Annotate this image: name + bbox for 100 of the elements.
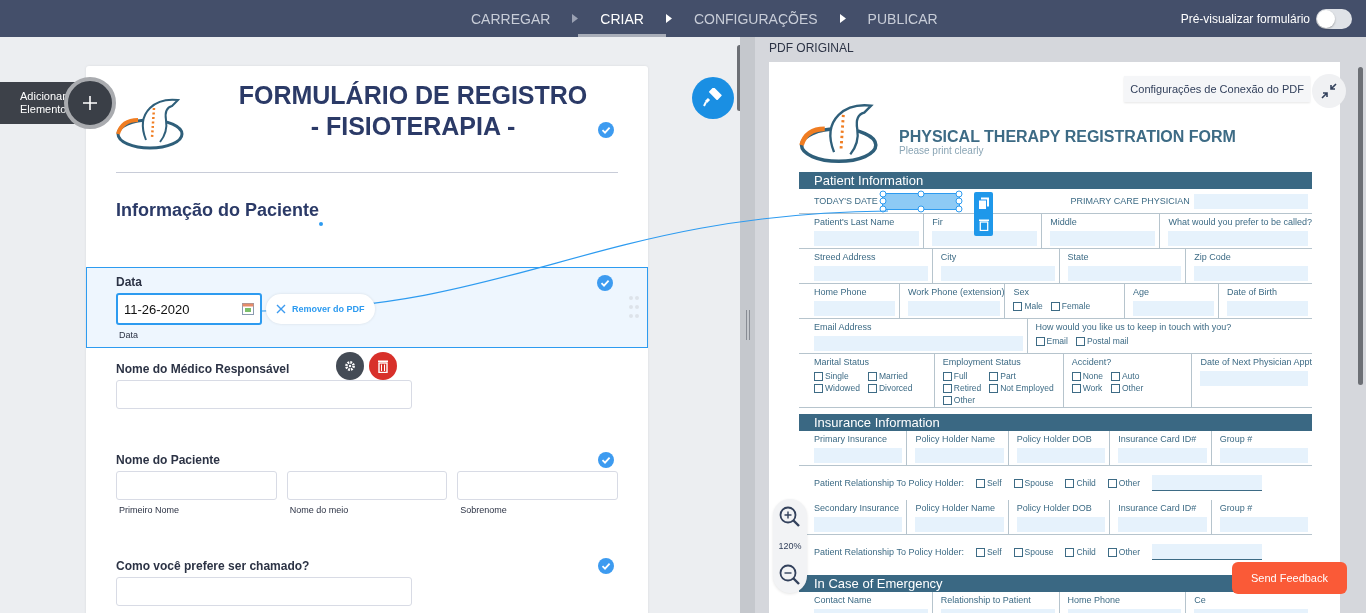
pdf-checkbox-option: Spouse <box>1013 547 1054 557</box>
pdf-checkbox-option: Other <box>1110 383 1144 393</box>
date-field[interactable]: 11-26-2020 <box>116 293 262 325</box>
caret-icon <box>839 14 846 23</box>
field-sublabel: Primeiro Nome <box>119 505 180 515</box>
section-bar: Insurance Information <box>799 414 1312 431</box>
pdf-checkbox-option: Auto <box>1110 371 1144 381</box>
field-label: Como você prefere ser chamado? <box>116 559 310 573</box>
pdf-checkbox-option: Self <box>975 547 1002 557</box>
zoom-out-icon[interactable] <box>779 564 801 587</box>
document-subtitle: Please print clearly <box>899 145 985 156</box>
pdf-field-label: Group # <box>1219 502 1253 514</box>
caret-icon <box>665 14 672 23</box>
collapse-button[interactable] <box>1312 74 1346 108</box>
pdf-checkbox-option: Child <box>1065 547 1096 557</box>
pdf-checkbox-option: Male <box>1013 301 1043 311</box>
delete-button[interactable] <box>369 352 397 380</box>
step-tab[interactable]: CONFIGURAÇÕES <box>671 0 840 37</box>
pdf-field-label: Policy Holder Name <box>915 502 995 514</box>
pdf-checkbox-option: Work <box>1071 383 1103 393</box>
zoom-in-icon[interactable] <box>779 505 801 528</box>
field-label: Nome do Médico Responsável <box>116 362 290 376</box>
field-sublabel: Data <box>119 330 139 340</box>
pdf-checkbox-option: Single <box>814 371 860 381</box>
step-tab[interactable]: CARREGAR <box>449 0 573 37</box>
preview-toggle[interactable] <box>1316 8 1352 29</box>
pdf-field-label: Patient Relationship To Policy Holder: <box>814 546 964 558</box>
pdf-field-label: Zip Code <box>1194 251 1231 263</box>
mapped-field[interactable] <box>881 192 960 210</box>
section-bar: Patient Information <box>799 172 1312 189</box>
pdf-field-label: TODAY'S DATE <box>814 195 878 207</box>
pdf-field-label: Accident? <box>1071 356 1112 368</box>
paint-roller-button[interactable] <box>692 77 734 119</box>
form-title: - FISIOTERAPIA - <box>309 111 517 142</box>
pdf-checkbox-option: Postal mail <box>1075 336 1129 346</box>
panel-heading: PDF ORIGINAL <box>769 41 855 55</box>
pdf-field-label: Sex <box>1013 286 1029 298</box>
pdf-checkbox-option: Spouse <box>1013 478 1054 488</box>
pdf-field-label: PRIMARY CARE PHYSICIAN <box>1070 195 1190 207</box>
pdf-checkbox-option: None <box>1071 371 1103 381</box>
copy-icon[interactable] <box>977 196 990 210</box>
form-field-block[interactable]: Nome do Paciente Primeiro Nome Nome do meio Sobrenome <box>86 445 648 515</box>
field-sublabel: Sobrenome <box>460 505 508 515</box>
text-field[interactable] <box>116 471 277 500</box>
form-field-block[interactable]: Como você prefere ser chamado? <box>86 551 648 606</box>
text-field[interactable] <box>457 471 618 500</box>
trash-icon[interactable] <box>978 218 989 231</box>
close-icon <box>276 304 286 314</box>
pdf-field-label: How would you like us to keep in touch with you? <box>1035 321 1232 333</box>
text-field[interactable] <box>286 471 448 500</box>
pdf-field-label: City <box>940 251 957 263</box>
pdf-field-label: Contact Name <box>814 594 872 606</box>
pdf-field-label: Primary Insurance <box>814 433 888 445</box>
pdf-checkbox-option: Not Employed <box>989 383 1054 393</box>
pdf-field-label: Home Phone <box>1067 594 1121 606</box>
pdf-field-label: Date of Next Physician Appt <box>1200 356 1312 368</box>
pdf-field-label: Policy Holder DOB <box>1016 433 1092 445</box>
zoom-level: 120% <box>778 541 802 551</box>
pdf-checkbox-option: Married <box>867 371 913 381</box>
calendar-icon <box>242 303 254 315</box>
field-sublabel: Nome do meio <box>289 505 350 515</box>
pdf-checkbox-option: Other <box>1107 478 1141 488</box>
section-heading: Informação do Paciente <box>116 200 320 221</box>
pdf-field-label: Date of Birth <box>1227 286 1277 298</box>
pdf-checkbox-option: Full <box>942 371 982 381</box>
collapse-icon <box>1321 83 1337 99</box>
pdf-checkbox-option: Part <box>989 371 1054 381</box>
step-tab[interactable]: CRIAR <box>578 0 666 37</box>
field-label: Data <box>116 275 142 289</box>
pdf-checkbox-option: Self <box>975 478 1002 488</box>
connection-settings-button[interactable]: Configurações de Conexão do PDF <box>1124 76 1310 102</box>
text-field[interactable] <box>116 380 412 409</box>
preview-label: Pré-visualizar formulário <box>1180 11 1310 26</box>
paint-roller-icon <box>703 88 723 108</box>
pdf-field-label: Patient Relationship To Policy Holder: <box>814 477 964 489</box>
pdf-checkbox-option: Divorced <box>867 383 913 393</box>
pdf-field-label: State <box>1067 251 1089 263</box>
pdf-field-label: Secondary Insurance <box>814 502 900 514</box>
pdf-checkbox-option: Other <box>1107 547 1141 557</box>
form-field-block[interactable]: Nome do Médico Responsável <box>86 348 648 409</box>
pdf-field-label: Group # <box>1219 433 1253 445</box>
settings-button[interactable] <box>336 352 364 380</box>
pdf-checkbox-option: Email <box>1035 336 1068 346</box>
pdf-field-label: Marital Status <box>814 356 870 368</box>
pdf-checkbox-option: Child <box>1065 478 1096 488</box>
pdf-field-label: Policy Holder Name <box>915 433 995 445</box>
anchor-dot <box>319 222 324 226</box>
step-tab[interactable]: PUBLICAR <box>845 0 960 37</box>
pdf-field-label: Fir <box>932 216 943 228</box>
document-title: PHYSICAL THERAPY REGISTRATION FORM <box>899 128 1236 146</box>
gear-icon <box>344 360 356 372</box>
pdf-field-label: Insurance Card ID# <box>1118 433 1197 445</box>
pdf-field-label: Age <box>1132 286 1149 298</box>
pdf-checkbox-option: Retired <box>942 383 982 393</box>
pdf-checkbox-option: Other <box>942 395 982 405</box>
field-label: Nome do Paciente <box>116 453 221 467</box>
plus-icon <box>82 95 98 111</box>
text-field[interactable] <box>116 577 412 606</box>
pdf-field-label: Work Phone (extension) <box>908 286 1005 298</box>
trash-icon <box>377 359 389 373</box>
